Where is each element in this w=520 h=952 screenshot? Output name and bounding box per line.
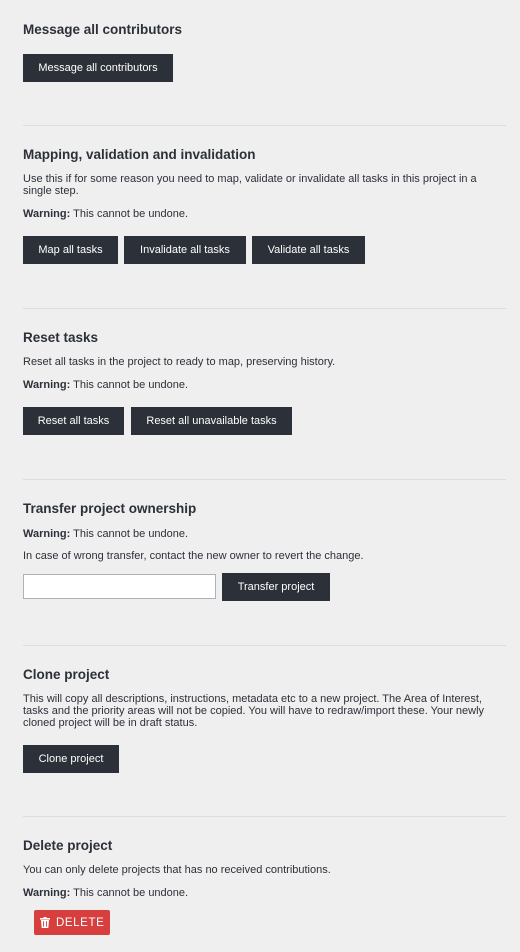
delete-description: You can only delete projects that has no… [23,864,331,876]
clone-project-button[interactable]: Clone project [23,745,119,773]
reset-unavailable-tasks-button[interactable]: Reset all unavailable tasks [131,407,292,435]
clone-description: This will copy all descriptions, instruc… [23,693,485,729]
transfer-warning: Warning: This cannot be undone. [23,528,189,540]
transfer-section-title: Transfer project ownership [23,501,197,516]
delete-section-title: Delete project [23,838,113,853]
reset-description: Reset all tasks in the project to ready … [23,356,336,368]
mapping-description: Use this if for some reason you need to … [23,173,477,197]
delete-warning: Warning: This cannot be undone. [23,887,189,899]
mapping-warning: Warning: This cannot be undone. [23,208,189,220]
map-all-tasks-button[interactable]: Map all tasks [23,236,118,264]
delete-project-button[interactable]: DELETE [34,910,111,935]
divider [23,816,506,817]
reset-warning: Warning: This cannot be undone. [23,379,189,391]
invalidate-all-tasks-button[interactable]: Invalidate all tasks [124,236,246,264]
validate-all-tasks-button[interactable]: Validate all tasks [252,236,365,264]
divider [23,645,506,646]
divider [23,308,506,309]
new-owner-input[interactable] [23,574,216,599]
divider [23,479,506,480]
message-contributors-title: Message all contributors [23,22,183,37]
reset-section-title: Reset tasks [23,330,99,345]
reset-all-tasks-button[interactable]: Reset all tasks [23,407,124,435]
mapping-section-title: Mapping, validation and invalidation [23,147,256,162]
delete-button-label: DELETE [56,916,105,929]
trash-icon [40,917,50,928]
transfer-description: In case of wrong transfer, contact the n… [23,550,364,562]
transfer-project-button[interactable]: Transfer project [222,573,330,601]
divider [23,125,506,126]
message-contributors-button[interactable]: Message all contributors [23,54,173,82]
clone-section-title: Clone project [23,667,110,682]
